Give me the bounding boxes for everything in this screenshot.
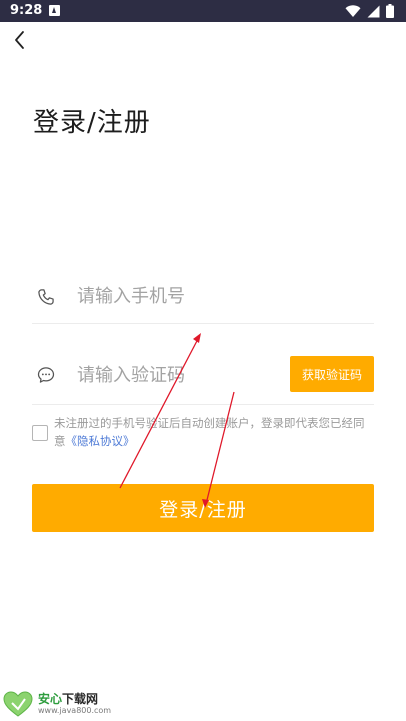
watermark-brand: 安心下载网 — [38, 690, 98, 707]
login-register-button[interactable]: 登录/注册 — [32, 484, 374, 532]
status-bar: 9:28 — [0, 0, 406, 22]
status-time: 9:28 — [10, 3, 43, 18]
status-icons — [345, 4, 394, 18]
phone-input[interactable] — [77, 281, 277, 311]
watermark-url: www.java800.com — [38, 706, 112, 715]
page-title: 登录/注册 — [33, 108, 151, 138]
agree-checkbox[interactable] — [32, 425, 48, 441]
annotation-arrowhead-1 — [193, 333, 201, 343]
code-field: 获取验证码 — [32, 354, 374, 405]
watermark-brand-a: 安心 — [38, 692, 63, 706]
watermark: 安心下载网 www.java800.com — [2, 688, 112, 718]
code-input[interactable] — [77, 360, 267, 390]
wifi-icon — [345, 4, 361, 17]
chevron-left-icon[interactable] — [8, 28, 32, 52]
phone-icon — [38, 289, 54, 305]
phone-field — [32, 275, 374, 324]
battery-icon — [386, 4, 394, 18]
heart-logo-icon — [3, 691, 33, 717]
signal-icon — [367, 5, 380, 17]
notification-icon — [49, 5, 60, 16]
watermark-brand-b: 下载网 — [62, 692, 99, 706]
chat-bubble-icon — [37, 367, 55, 383]
agreement-text: 未注册过的手机号验证后自动创建账户，登录即代表您已经同意《隐私协议》 — [54, 414, 374, 450]
privacy-link[interactable]: 《隐私协议》 — [66, 434, 135, 448]
get-code-button[interactable]: 获取验证码 — [290, 356, 374, 392]
